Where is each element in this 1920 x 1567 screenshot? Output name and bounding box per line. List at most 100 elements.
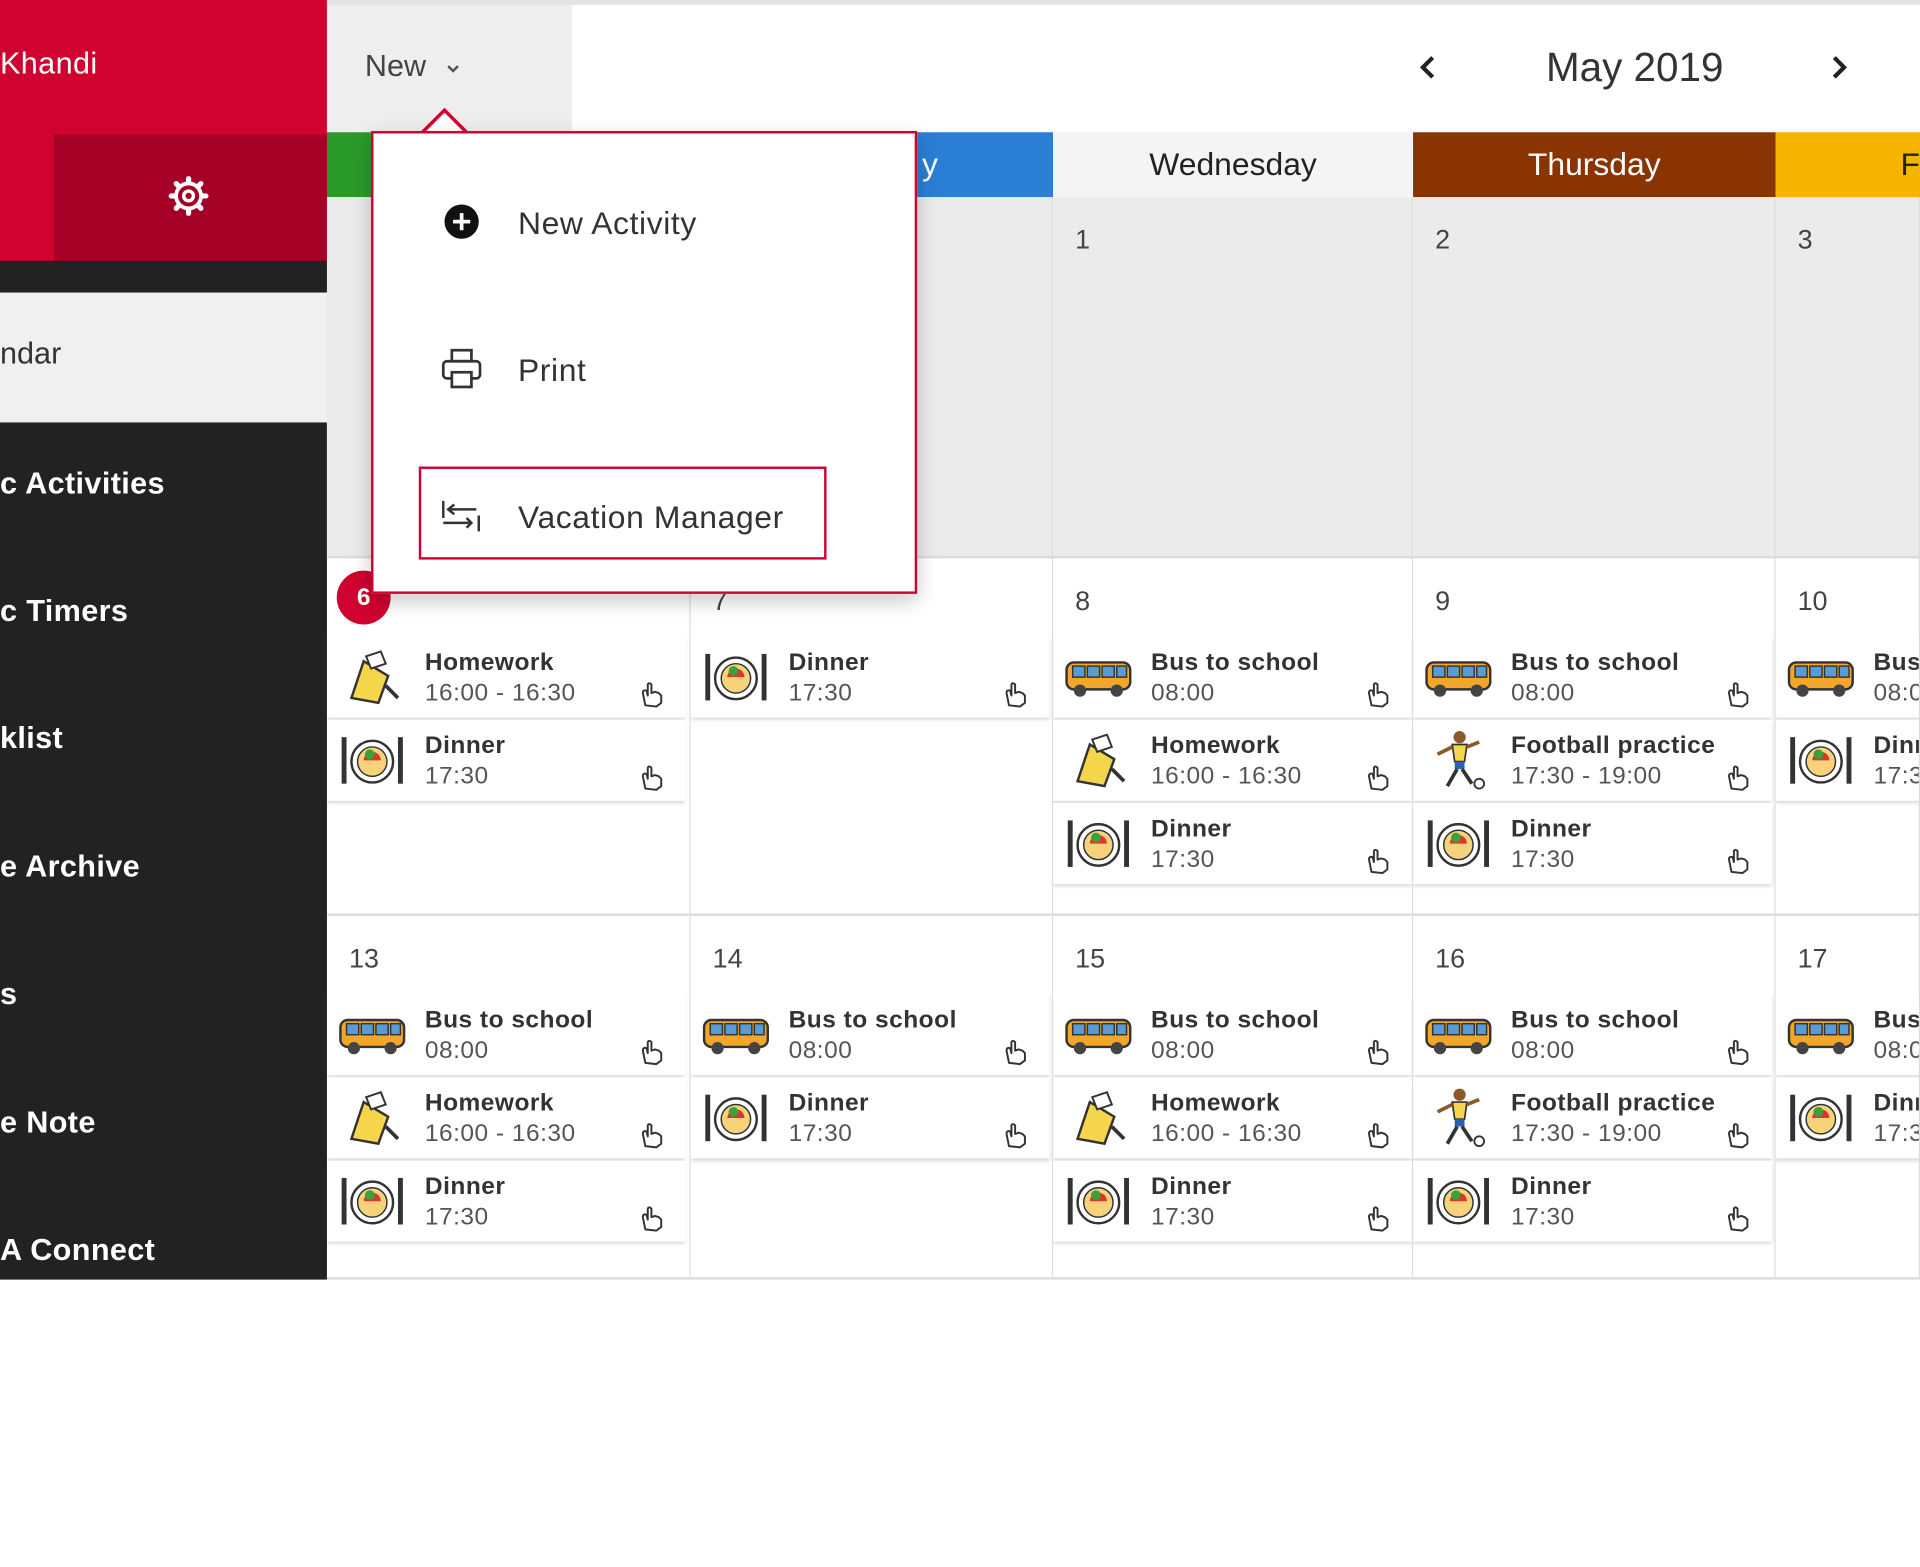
activity-time: 17:3 [1873, 762, 1920, 790]
activity-card[interactable]: Dinner 17:30 [1053, 1160, 1412, 1242]
sidebar-divider [0, 260, 327, 293]
activity-card[interactable]: Bus to school 08:00 [1413, 636, 1772, 718]
menu-item-print[interactable]: Print [373, 302, 914, 437]
day-cell[interactable]: 2 [1413, 197, 1776, 559]
activity-card[interactable]: Bus to school 08:00 [690, 994, 1050, 1076]
sidebar-item-activities[interactable]: c Activities [0, 422, 327, 549]
day-number: 8 [1075, 585, 1091, 616]
tap-icon[interactable] [1363, 1202, 1395, 1234]
user-name[interactable]: Khandi [0, 47, 98, 83]
sidebar-item-calendar[interactable]: ndar [0, 292, 327, 423]
dinner-icon [700, 1085, 771, 1151]
tap-icon[interactable] [1363, 678, 1395, 710]
tap-icon[interactable] [1000, 678, 1032, 710]
tap-icon[interactable] [637, 678, 669, 710]
tap-icon[interactable] [1723, 1119, 1755, 1151]
day-cell[interactable]: 17 Bus 08:0 Dinr 17:3 [1775, 915, 1920, 1280]
day-cell[interactable]: 9 Bus to school 08:00 Football practice 17:3… [1413, 558, 1776, 916]
sidebar-item-connect[interactable]: A Connect [0, 1189, 327, 1316]
activity-card[interactable]: Homework 16:00 - 16:30 [1053, 720, 1412, 801]
day-cell[interactable]: 16 Bus to school 08:00 Football practice 17:… [1413, 915, 1776, 1280]
tap-icon[interactable] [1363, 762, 1395, 794]
tap-icon[interactable] [637, 762, 669, 794]
day-number: 3 [1797, 224, 1813, 255]
homework-icon [1063, 1085, 1134, 1151]
activity-time: 08:00 [788, 1037, 853, 1065]
activity-time: 16:00 - 16:30 [1151, 1120, 1302, 1148]
menu-item-vacation-manager[interactable]: Vacation Manager [373, 449, 914, 584]
activity-card[interactable]: Dinner 17:30 [690, 1077, 1050, 1159]
activity-title: Homework [1151, 732, 1281, 760]
activity-card[interactable]: Football practice 17:30 - 19:00 [1413, 720, 1772, 801]
activity-title: Dinner [788, 1089, 870, 1117]
tap-icon[interactable] [637, 1119, 669, 1151]
menu-item-new-activity[interactable]: New Activity [373, 156, 914, 291]
activity-card[interactable]: Bus to school 08:00 [326, 994, 686, 1076]
plus-circle-icon [444, 204, 479, 239]
sidebar-item-timers[interactable]: c Timers [0, 550, 327, 677]
homework-icon [337, 644, 408, 710]
activity-card[interactable]: Bus to school 08:00 [1053, 636, 1412, 718]
tap-icon[interactable] [1723, 762, 1755, 794]
activity-card[interactable]: Bus to school 08:00 [1413, 994, 1772, 1076]
tap-icon[interactable] [1723, 1036, 1755, 1068]
tap-icon[interactable] [1000, 1036, 1032, 1068]
day-cell[interactable]: 6 Homework 16:00 - 16:30 Dinner 17:30 [326, 558, 691, 916]
sidebar-item-label: ndar [0, 336, 62, 372]
sidebar-item-note[interactable]: e Note [0, 1062, 327, 1189]
tap-icon[interactable] [1363, 1036, 1395, 1068]
gear-icon[interactable] [168, 175, 210, 217]
chevron-left-icon[interactable] [1411, 47, 1445, 89]
activity-title: Bus to school [1511, 1006, 1680, 1034]
activity-card[interactable]: Dinr 17:3 [1775, 1077, 1919, 1159]
activity-card[interactable]: Homework 16:00 - 16:30 [326, 1077, 686, 1159]
bus-icon [1785, 644, 1856, 710]
menu-item-label: New Activity [517, 204, 697, 242]
activity-card[interactable]: Dinr 17:3 [1775, 720, 1920, 801]
sidebar-item-label: c Activities [0, 466, 165, 501]
activity-card[interactable]: Dinner 17:30 [1413, 803, 1772, 885]
activity-time: 17:30 - 19:00 [1511, 1120, 1662, 1148]
sidebar-item-5[interactable]: s [0, 933, 327, 1060]
tap-icon[interactable] [1723, 1202, 1755, 1234]
tap-icon[interactable] [1363, 1119, 1395, 1151]
activity-title: Dinner [1151, 815, 1232, 843]
printer-icon [441, 348, 482, 389]
activity-card[interactable]: Dinner 17:30 [326, 720, 686, 801]
activity-time: 17:30 [1511, 1203, 1575, 1231]
activity-card[interactable]: Bus 08:0 [1775, 636, 1919, 718]
activity-card[interactable]: Homework 16:00 - 16:30 [326, 636, 686, 718]
tap-icon[interactable] [1000, 1119, 1032, 1151]
day-cell[interactable]: 7 Dinner 17:30 [690, 558, 1054, 916]
activity-card[interactable]: Homework 16:00 - 16:30 [1053, 1077, 1412, 1159]
day-cell[interactable]: 15 Bus to school 08:00 Homework 16:00 - 16:3… [1053, 915, 1414, 1280]
tap-icon[interactable] [637, 1036, 669, 1068]
homework-icon [1063, 727, 1134, 793]
tap-icon[interactable] [1723, 845, 1755, 877]
bus-icon [1063, 1002, 1134, 1068]
activity-card[interactable]: Dinner 17:30 [326, 1160, 686, 1242]
tap-icon[interactable] [637, 1202, 669, 1234]
day-cell[interactable]: 8 Bus to school 08:00 Homework 16:00 - 16:30… [1053, 558, 1414, 916]
activity-time: 17:30 - 19:00 [1511, 762, 1662, 790]
dinner-icon [1785, 1085, 1856, 1151]
sidebar-item-checklist[interactable]: klist [0, 677, 327, 804]
day-cell[interactable]: 1 [1053, 197, 1414, 559]
tap-icon[interactable] [1363, 845, 1395, 877]
activity-card[interactable]: Dinner 17:30 [1053, 803, 1412, 885]
activity-card[interactable]: Football practice 17:30 - 19:00 [1413, 1077, 1772, 1159]
day-cell[interactable]: 10 Bus 08:0 Dinr 17:3 [1775, 558, 1920, 916]
tap-icon[interactable] [1723, 678, 1755, 710]
sidebar-item-archive[interactable]: e Archive [0, 806, 327, 933]
day-cell[interactable]: 14 Bus to school 08:00 Dinner 17:30 [690, 915, 1054, 1280]
day-cell[interactable]: 3 [1775, 197, 1920, 559]
day-cell[interactable]: 13 Bus to school 08:00 Homework 16:00 - 16:3… [326, 915, 691, 1280]
new-button-label: New [364, 48, 427, 84]
activity-card[interactable]: Dinner 17:30 [1413, 1160, 1772, 1242]
day-number: 14 [712, 942, 743, 974]
activity-card[interactable]: Bus to school 08:00 [1053, 994, 1412, 1076]
activity-card[interactable]: Bus 08:0 [1775, 994, 1919, 1076]
activity-card[interactable]: Dinner 17:30 [690, 636, 1050, 718]
sidebar-item-label: e Archive [0, 849, 141, 885]
chevron-right-icon[interactable] [1822, 47, 1856, 89]
